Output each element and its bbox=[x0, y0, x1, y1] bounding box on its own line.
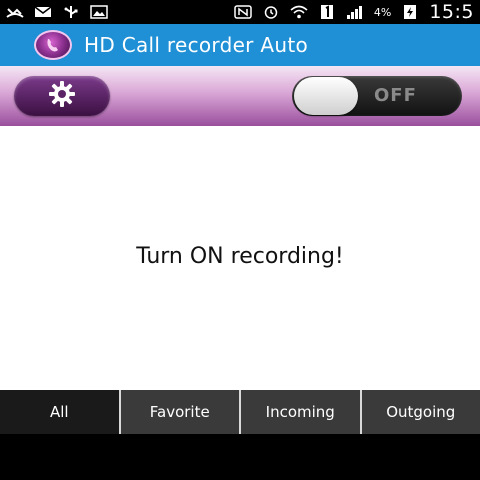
battery-percent: 4% bbox=[373, 5, 392, 19]
recordings-list-area: Turn ON recording! bbox=[0, 126, 480, 390]
status-icons-left bbox=[6, 5, 108, 19]
tab-favorite[interactable]: Favorite bbox=[120, 390, 241, 434]
image-icon bbox=[90, 5, 108, 19]
recording-toggle[interactable]: OFF bbox=[292, 76, 462, 116]
filter-tabs: All Favorite Incoming Outgoing bbox=[0, 390, 480, 434]
tab-incoming[interactable]: Incoming bbox=[241, 390, 362, 434]
toggle-label: OFF bbox=[374, 85, 417, 106]
app-logo-icon bbox=[34, 30, 72, 60]
status-time: 15:5 bbox=[429, 1, 474, 23]
tab-all[interactable]: All bbox=[0, 390, 121, 434]
settings-button[interactable] bbox=[14, 76, 110, 116]
signal-icon bbox=[346, 5, 364, 19]
sim-1-icon bbox=[318, 5, 336, 19]
control-header: OFF bbox=[0, 66, 480, 126]
alarm-icon bbox=[262, 5, 280, 19]
tab-outgoing[interactable]: Outgoing bbox=[361, 390, 480, 434]
missed-call-icon bbox=[6, 5, 24, 19]
gear-icon bbox=[47, 79, 77, 113]
mail-icon bbox=[34, 5, 52, 19]
app-title-bar: HD Call recorder Auto bbox=[0, 24, 480, 66]
toggle-knob[interactable] bbox=[294, 77, 358, 115]
status-bar: 4% 15:5 bbox=[0, 0, 480, 24]
usb-icon bbox=[62, 5, 80, 19]
nfc-icon bbox=[234, 5, 252, 19]
status-icons-right: 4% 15:5 bbox=[234, 1, 474, 23]
app-title: HD Call recorder Auto bbox=[84, 33, 308, 57]
empty-state-message: Turn ON recording! bbox=[136, 244, 344, 269]
bottom-strip bbox=[0, 434, 480, 480]
wifi-icon bbox=[290, 5, 308, 19]
battery-charging-icon bbox=[401, 5, 419, 19]
